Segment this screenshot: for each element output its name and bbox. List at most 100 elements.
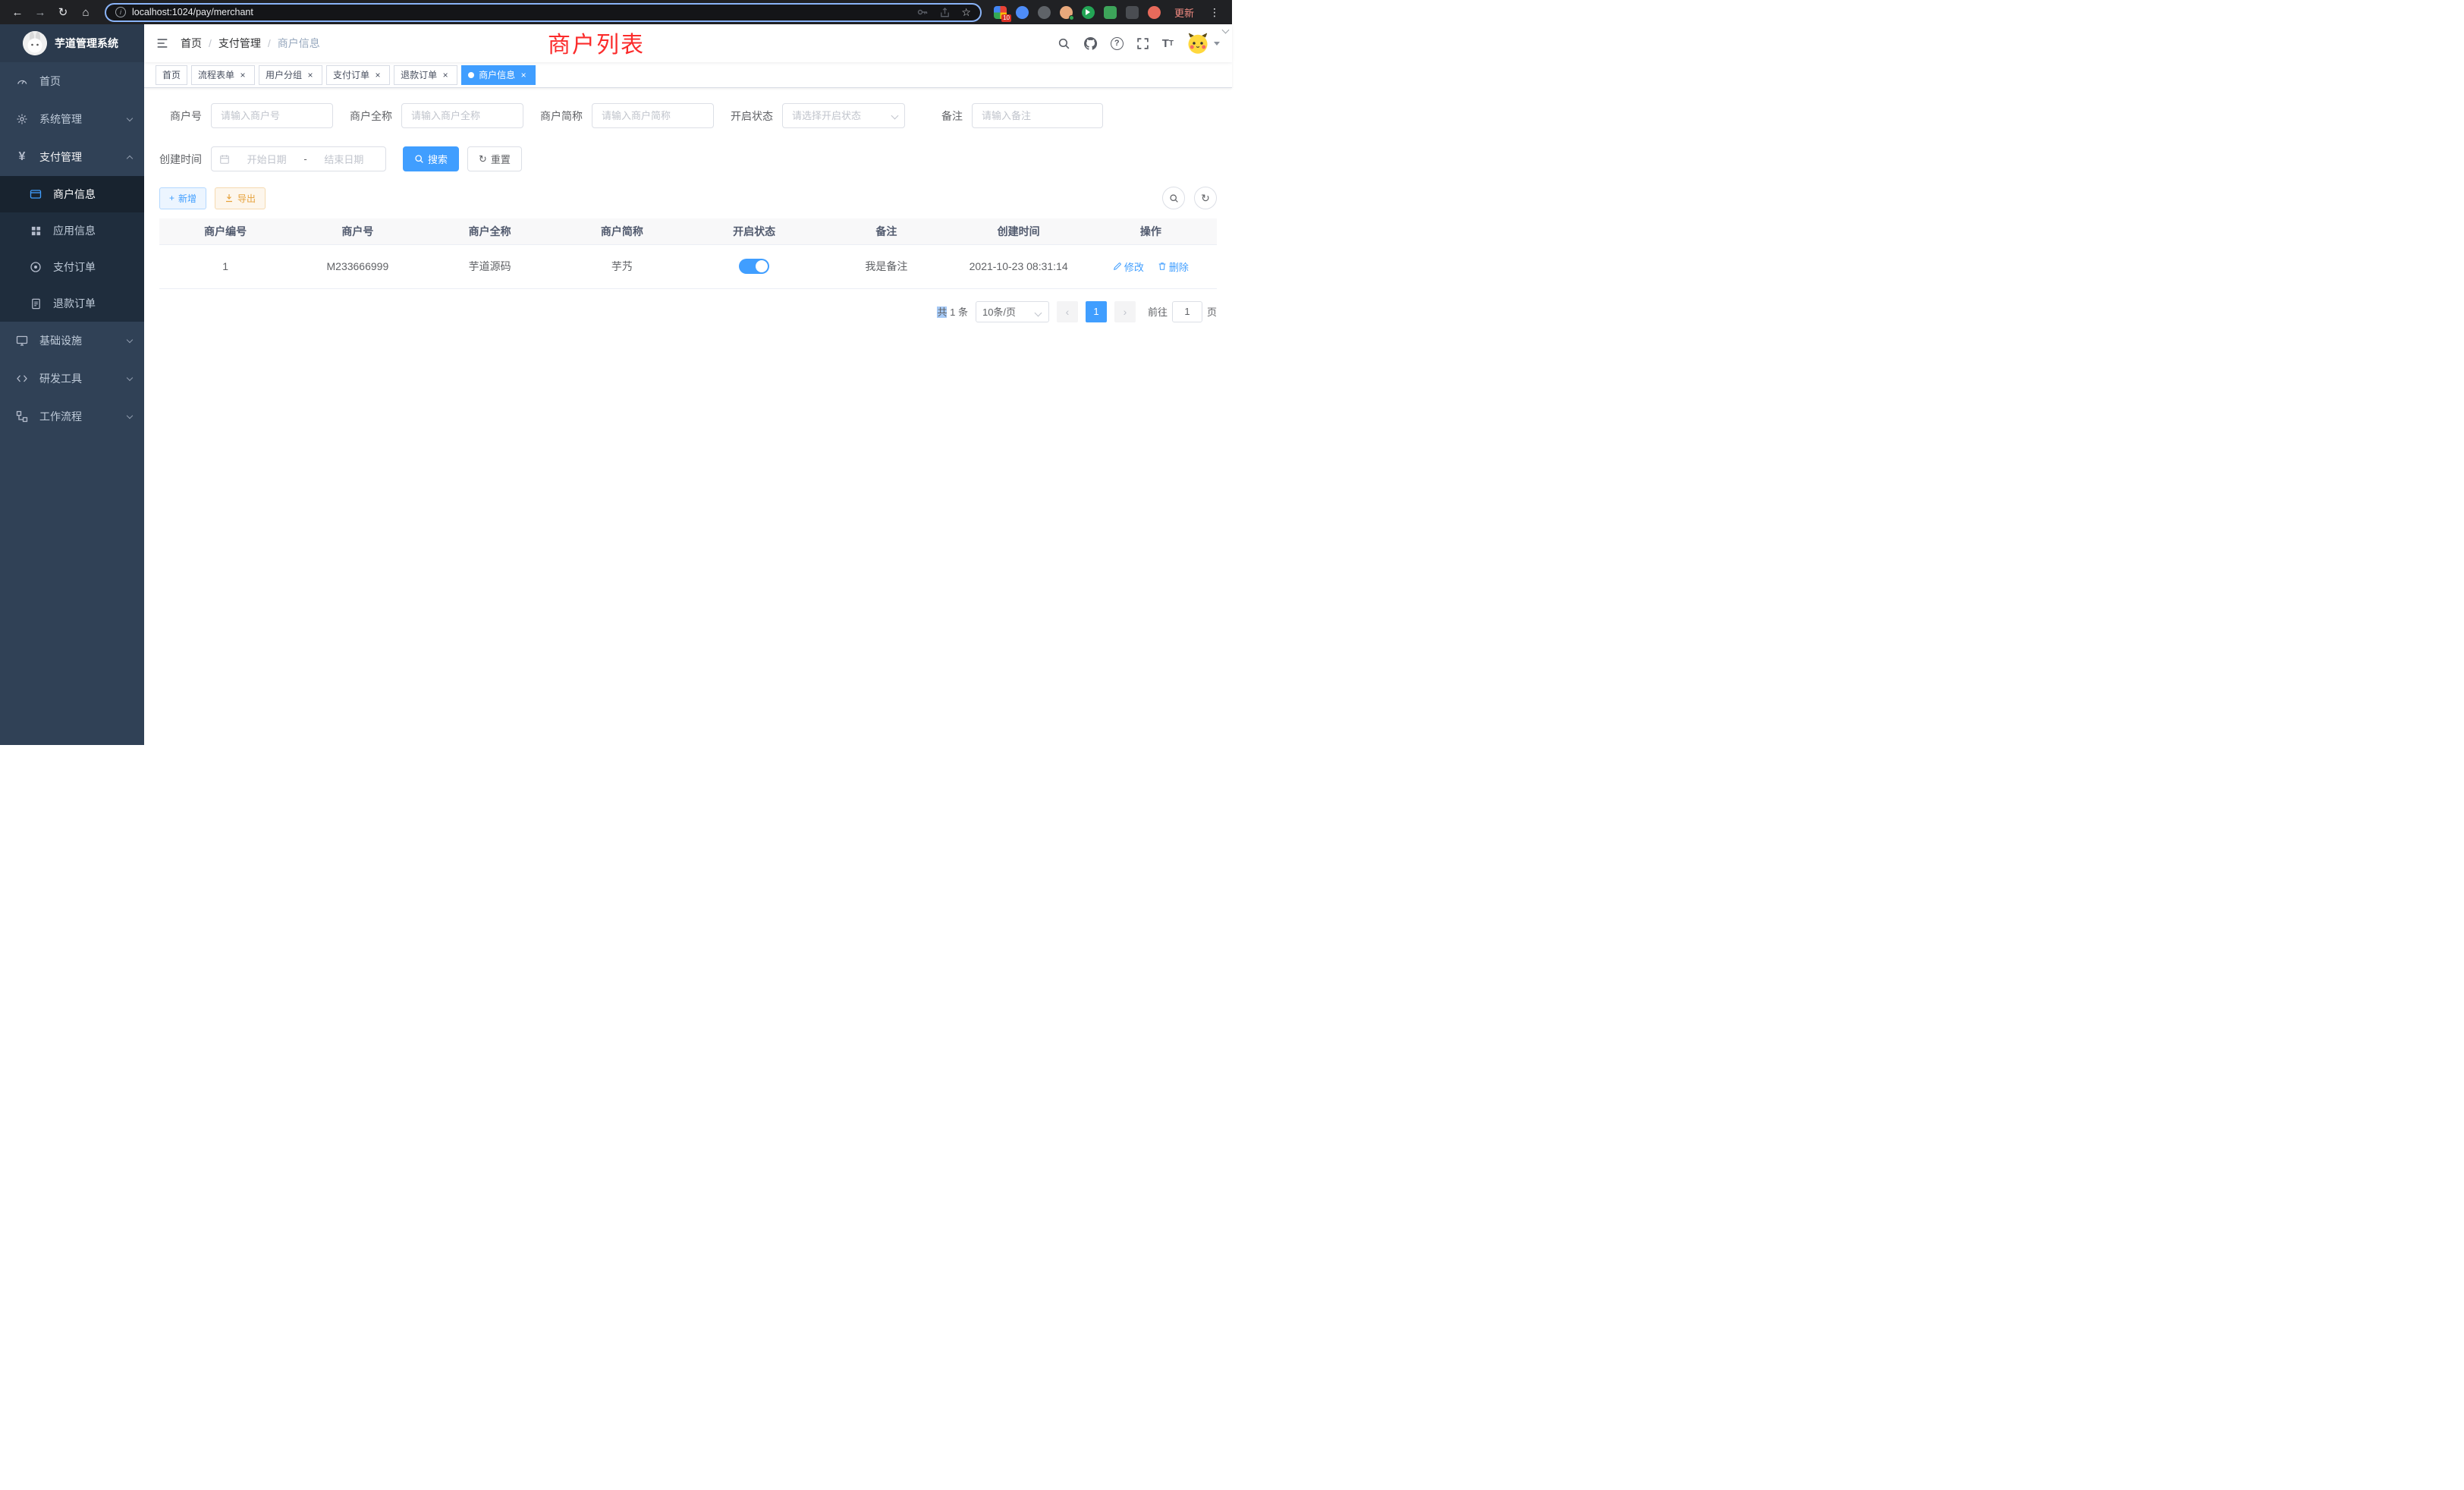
delete-button[interactable]: 删除 bbox=[1158, 259, 1189, 274]
top-navbar: 首页 / 支付管理 / 商户信息 商户列表 ? TT bbox=[144, 24, 1232, 62]
sidebar: 芋道管理系统 首页 系统管理 ¥ 支付管理 商户信息 bbox=[0, 24, 144, 745]
sidebar-item-home[interactable]: 首页 bbox=[0, 62, 144, 100]
extension-icon-pin[interactable] bbox=[1126, 6, 1139, 19]
chevron-down-icon bbox=[1214, 42, 1220, 46]
close-icon[interactable]: × bbox=[518, 70, 529, 80]
fullscreen-icon[interactable] bbox=[1136, 37, 1149, 50]
sidebar-item-infrastructure[interactable]: 基础设施 bbox=[0, 322, 144, 360]
user-avatar bbox=[1186, 32, 1209, 55]
close-icon[interactable]: × bbox=[237, 70, 248, 80]
font-size-icon[interactable]: TT bbox=[1162, 37, 1174, 50]
browser-menu-icon[interactable]: ⋮ bbox=[1208, 6, 1221, 19]
browser-forward-button[interactable]: → bbox=[30, 2, 50, 22]
tab-user-group[interactable]: 用户分组× bbox=[259, 65, 322, 85]
search-button[interactable]: 搜索 bbox=[403, 146, 459, 171]
sidebar-item-label: 应用信息 bbox=[53, 223, 132, 238]
help-icon[interactable]: ? bbox=[1111, 37, 1124, 50]
page-annotation: 商户列表 bbox=[548, 26, 645, 59]
cell-status bbox=[688, 244, 820, 288]
share-icon[interactable] bbox=[939, 7, 951, 18]
extension-badge: 10 bbox=[1001, 14, 1011, 22]
status-select-input[interactable] bbox=[782, 103, 905, 128]
tab-refund-order[interactable]: 退款订单× bbox=[394, 65, 457, 85]
tab-home[interactable]: 首页 bbox=[156, 65, 187, 85]
close-icon[interactable]: × bbox=[440, 70, 451, 80]
extension-icon-orange[interactable] bbox=[1148, 6, 1161, 19]
sidebar-item-label: 研发工具 bbox=[39, 371, 123, 386]
sidebar-item-label: 商户信息 bbox=[53, 187, 132, 202]
site-info-icon[interactable]: i bbox=[115, 7, 126, 17]
cell-merchant-no: M233666999 bbox=[291, 244, 423, 288]
add-button[interactable]: + 新增 bbox=[159, 187, 206, 209]
trash-icon bbox=[1158, 262, 1167, 271]
extension-icon-grid[interactable]: 10 bbox=[994, 6, 1007, 19]
browser-update-button[interactable]: 更新 bbox=[1170, 4, 1199, 21]
monitor-icon bbox=[14, 335, 30, 347]
short-name-input[interactable] bbox=[592, 103, 714, 128]
user-menu[interactable] bbox=[1186, 32, 1220, 55]
sidebar-item-pay-order[interactable]: 支付订单 bbox=[0, 249, 144, 285]
sidebar-item-merchant-info[interactable]: 商户信息 bbox=[0, 176, 144, 212]
bookmark-star-icon[interactable]: ☆ bbox=[961, 6, 971, 19]
edit-button[interactable]: 修改 bbox=[1113, 259, 1144, 274]
prev-page-button[interactable]: ‹ bbox=[1057, 301, 1078, 322]
create-time-range-picker[interactable]: 开始日期 - 结束日期 bbox=[211, 146, 386, 171]
tab-merchant-info[interactable]: 商户信息× bbox=[461, 65, 536, 85]
sidebar-item-refund-order[interactable]: 退款订单 bbox=[0, 285, 144, 322]
column-header: 商户编号 bbox=[159, 218, 291, 244]
extension-icon-green-square[interactable] bbox=[1104, 6, 1117, 19]
cell-short-name: 芋艿 bbox=[556, 244, 688, 288]
search-icon[interactable] bbox=[1058, 37, 1070, 50]
page-number-button[interactable]: 1 bbox=[1086, 301, 1107, 322]
app-title: 芋道管理系统 bbox=[55, 36, 118, 51]
tab-pay-order[interactable]: 支付订单× bbox=[326, 65, 390, 85]
goto-page-input[interactable] bbox=[1172, 301, 1202, 322]
sidebar-item-workflow[interactable]: 工作流程 bbox=[0, 398, 144, 435]
breadcrumb-current: 商户信息 bbox=[278, 36, 320, 51]
app-logo[interactable]: 芋道管理系统 bbox=[0, 24, 144, 62]
page-size-select[interactable]: 10条/页 bbox=[976, 301, 1049, 322]
sidebar-item-payment[interactable]: ¥ 支付管理 bbox=[0, 138, 144, 176]
cell-remark: 我是备注 bbox=[820, 244, 952, 288]
breadcrumb-separator: / bbox=[209, 37, 212, 49]
extension-icon-avatar[interactable] bbox=[1060, 6, 1073, 19]
address-bar[interactable]: i localhost:1024/pay/merchant ☆ bbox=[105, 3, 982, 22]
pagination: 共 1 条 10条/页 ‹ 1 › 前往 页 bbox=[159, 301, 1217, 322]
browser-back-button[interactable]: ← bbox=[8, 2, 27, 22]
browser-home-button[interactable]: ⌂ bbox=[76, 2, 96, 22]
breadcrumb-payment[interactable]: 支付管理 bbox=[218, 36, 261, 51]
breadcrumb-home[interactable]: 首页 bbox=[181, 36, 202, 51]
sidebar-item-app-info[interactable]: 应用信息 bbox=[0, 212, 144, 249]
next-page-button[interactable]: › bbox=[1114, 301, 1136, 322]
browser-reload-button[interactable]: ↻ bbox=[53, 2, 73, 22]
tab-process-form[interactable]: 流程表单× bbox=[191, 65, 255, 85]
extension-icon-blue[interactable] bbox=[1016, 6, 1029, 19]
extension-icon-dark[interactable] bbox=[1038, 6, 1051, 19]
github-icon[interactable] bbox=[1083, 36, 1098, 51]
close-icon[interactable]: × bbox=[372, 70, 383, 80]
close-icon[interactable]: × bbox=[305, 70, 316, 80]
sidebar-item-label: 系统管理 bbox=[39, 112, 123, 127]
remark-input[interactable] bbox=[972, 103, 1103, 128]
status-toggle[interactable] bbox=[739, 259, 769, 274]
browser-extensions-area: 10 更新 ⋮ bbox=[991, 4, 1224, 21]
reset-button[interactable]: ↻ 重置 bbox=[467, 146, 522, 171]
sidebar-item-devtools[interactable]: 研发工具 bbox=[0, 360, 144, 398]
toggle-search-button[interactable] bbox=[1162, 187, 1185, 209]
full-name-input[interactable] bbox=[401, 103, 523, 128]
short-name-label: 商户简称 bbox=[540, 108, 583, 124]
yen-icon: ¥ bbox=[14, 151, 30, 163]
password-key-icon[interactable] bbox=[916, 6, 929, 18]
cell-merchant-id: 1 bbox=[159, 244, 291, 288]
merchant-no-input[interactable] bbox=[211, 103, 333, 128]
status-select[interactable] bbox=[782, 103, 905, 128]
column-header: 操作 bbox=[1085, 218, 1217, 244]
sidebar-item-system[interactable]: 系统管理 bbox=[0, 100, 144, 138]
extension-icon-green-play[interactable] bbox=[1082, 6, 1095, 19]
chevron-down-icon bbox=[127, 115, 133, 121]
target-icon bbox=[27, 261, 44, 273]
card-icon bbox=[27, 188, 44, 200]
export-button[interactable]: 导出 bbox=[215, 187, 266, 209]
sidebar-toggle-button[interactable] bbox=[144, 24, 181, 62]
refresh-table-button[interactable]: ↻ bbox=[1194, 187, 1217, 209]
